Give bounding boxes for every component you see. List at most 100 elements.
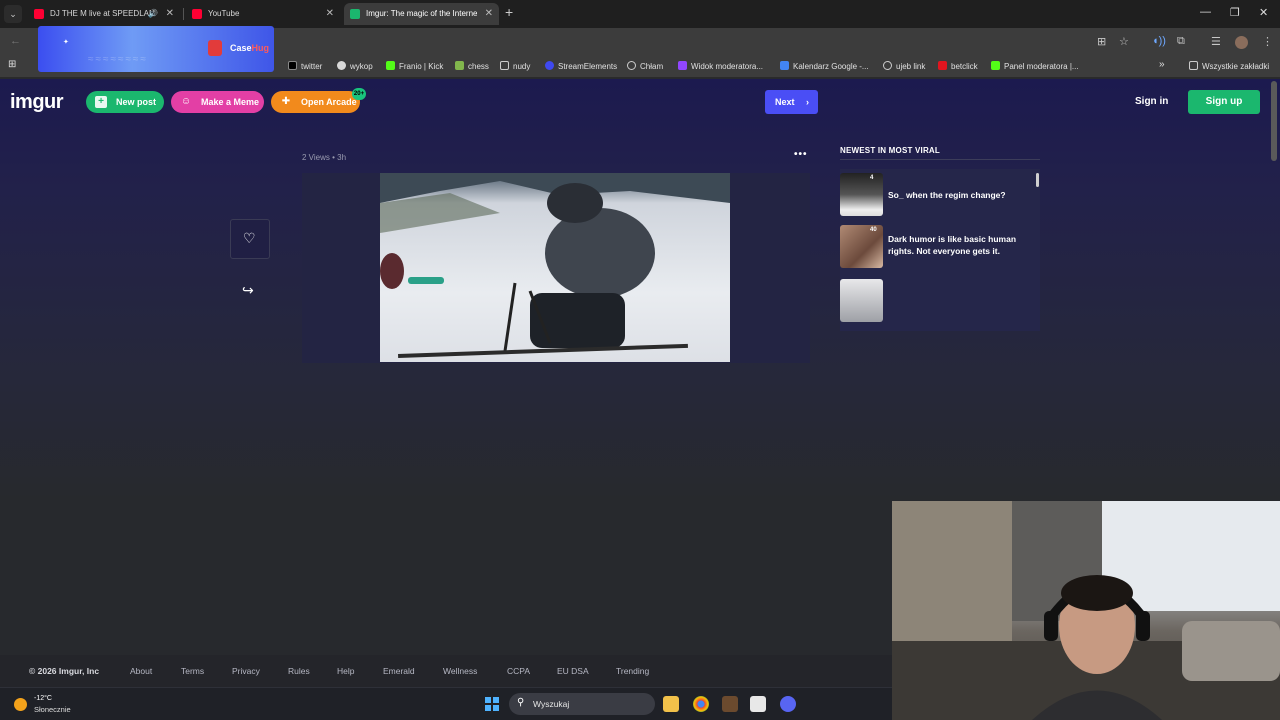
youtube-icon [34, 9, 44, 19]
post-options-icon[interactable]: ••• [794, 149, 808, 160]
reading-list-icon[interactable]: ☰ [1211, 35, 1221, 48]
chrome-icon[interactable] [693, 696, 709, 712]
sidebar-item-title: So_ when the regim change? [888, 190, 1006, 200]
extensions-icon[interactable]: ⧉ [1177, 35, 1185, 48]
profile-avatar[interactable] [1235, 36, 1248, 49]
browser-tab-strip: ⌄ DJ THE M live at SPEEDLAN 🔊 ✕ YouTube … [0, 0, 1280, 28]
close-window-icon[interactable]: ✕ [1259, 6, 1268, 19]
sidebar-thumbnail [840, 173, 883, 216]
share-arrow-icon[interactable]: ↪ [242, 282, 254, 299]
sidebar-divider [840, 159, 1040, 160]
extension-audio-icon[interactable]: ◖)) [1152, 35, 1166, 47]
x-icon [288, 61, 297, 70]
bookmark-streamelements[interactable]: StreamElements [545, 61, 617, 71]
bookmark-twitter[interactable]: twitter [288, 61, 322, 71]
bookmark-kick[interactable]: Franio | Kick [386, 61, 443, 71]
tab-imgur[interactable]: Imgur: The magic of the Interne ✕ [344, 3, 499, 25]
sidebar-item[interactable] [840, 279, 1040, 323]
more-menu-icon[interactable]: ⋮ [1262, 35, 1273, 48]
sidebar-list: 4 So_ when the regim change? 40 Dark hum… [840, 169, 1040, 331]
weather-temperature[interactable]: -12°C [34, 695, 52, 702]
webcam-overlay [892, 501, 1280, 720]
youtube-icon [192, 9, 202, 19]
sidebar-scrollbar[interactable] [1036, 173, 1039, 187]
footer-link-wellness[interactable]: Wellness [443, 666, 477, 676]
tab-speedlan[interactable]: DJ THE M live at SPEEDLAN 🔊 ✕ [28, 3, 180, 25]
all-bookmarks-folder[interactable]: Wszystkie zakładki [1189, 61, 1269, 71]
discord-icon[interactable] [780, 696, 796, 712]
sidebar-title: NEWEST IN MOST VIRAL [840, 146, 940, 155]
sun-icon[interactable] [14, 698, 27, 711]
sidebar-item-title: Dark humor is like basic human rights. N… [888, 234, 1017, 256]
sign-up-button[interactable]: Sign up [1188, 90, 1260, 114]
app-icon[interactable] [722, 696, 738, 712]
footer-link-eu-dsa[interactable]: EU DSA [557, 666, 589, 676]
chevron-more-bookmarks-icon[interactable]: » [1159, 59, 1165, 70]
windows-start-icon[interactable] [485, 697, 499, 711]
footer-link-ccpa[interactable]: CCPA [507, 666, 530, 676]
bookmark-folder-nudy[interactable]: nudy [500, 61, 530, 71]
footer-link-privacy[interactable]: Privacy [232, 666, 260, 676]
new-post-button[interactable]: + New post [86, 91, 164, 113]
translate-icon[interactable]: ⊞ [1097, 35, 1106, 48]
imgur-logo[interactable]: imgur [10, 91, 64, 114]
apps-grid-icon[interactable]: ⊞ [8, 59, 16, 70]
bookmark-twitch-mod[interactable]: Widok moderatora... [678, 61, 763, 71]
sign-in-link[interactable]: Sign in [1135, 96, 1168, 107]
bookmark-chess[interactable]: chess [455, 61, 489, 71]
close-tab-icon[interactable]: ✕ [485, 3, 493, 25]
kick-icon [991, 61, 1000, 70]
weather-condition[interactable]: Słonecznie [34, 705, 71, 714]
plus-icon: + [95, 96, 107, 108]
tab-search-icon[interactable]: ⌄ [4, 5, 22, 23]
bookmark-wykop[interactable]: wykop [337, 61, 373, 71]
back-icon[interactable]: ← [10, 35, 21, 47]
streamelements-icon [545, 61, 554, 70]
footer-link-terms[interactable]: Terms [181, 666, 204, 676]
new-tab-icon[interactable]: + [505, 4, 513, 20]
footer-link-rules[interactable]: Rules [288, 666, 310, 676]
close-tab-icon[interactable]: ✕ [326, 3, 334, 25]
heart-icon: ♡ [243, 230, 256, 246]
casehug-overlay: ✦ ≈≈≈≈≈≈≈≈ CaseHug [38, 26, 274, 72]
restore-icon[interactable]: ❐ [1230, 6, 1240, 19]
bookmark-betclick[interactable]: betclick [938, 61, 978, 71]
minimize-icon[interactable]: — [1200, 6, 1211, 18]
snipping-tool-icon[interactable] [750, 696, 766, 712]
footer-link-about[interactable]: About [130, 666, 152, 676]
imgur-icon [350, 9, 360, 19]
twitch-icon [678, 61, 687, 70]
close-tab-icon[interactable]: ✕ [166, 3, 174, 25]
favorite-button[interactable]: ♡ [230, 219, 270, 259]
footer-link-help[interactable]: Help [337, 666, 354, 676]
post-image[interactable] [380, 173, 730, 362]
footer-link-emerald[interactable]: Emerald [383, 666, 415, 676]
tab-youtube[interactable]: YouTube ✕ [186, 3, 340, 25]
sidebar-thumbnail [840, 279, 883, 322]
next-post-button[interactable]: Next › [765, 90, 818, 114]
bookmark-kick-mod[interactable]: Panel moderatora |... [991, 61, 1079, 71]
calendar-icon [780, 61, 789, 70]
footer-link-trending[interactable]: Trending [616, 666, 649, 676]
post-meta: 2 Views • 3h [302, 153, 347, 162]
sidebar-item-count: 40 [870, 227, 877, 233]
sidebar-item-count: 4 [870, 175, 874, 181]
casehug-logo-icon [208, 40, 222, 56]
page-scrollbar[interactable] [1271, 81, 1277, 161]
sparkle-icon: ✦ [63, 39, 69, 46]
sidebar-item[interactable]: 4 So_ when the regim change? [840, 173, 1040, 217]
file-explorer-icon[interactable] [663, 696, 679, 712]
globe-icon [883, 61, 892, 70]
bookmark-chlam[interactable]: Chłam [627, 61, 663, 71]
make-meme-button[interactable]: ☺ Make a Meme [171, 91, 264, 113]
star-icon[interactable]: ☆ [1119, 35, 1129, 48]
pawn-icon [455, 61, 464, 70]
open-arcade-button[interactable]: ✚ Open Arcade [271, 91, 360, 113]
casehug-logo-text: CaseHug [230, 43, 270, 53]
windows-taskbar: -12°C Słonecznie ⚲ Wyszukaj [0, 687, 892, 720]
sidebar-item[interactable]: 40 Dark humor is like basic human rights… [840, 225, 1040, 269]
speaker-icon[interactable]: 🔊 [148, 3, 158, 25]
taskbar-search[interactable]: ⚲ Wyszukaj [509, 693, 655, 715]
bookmark-ujeb-link[interactable]: ujeb link [883, 61, 925, 71]
bookmark-calendar[interactable]: Kalendarz Google -... [780, 61, 869, 71]
